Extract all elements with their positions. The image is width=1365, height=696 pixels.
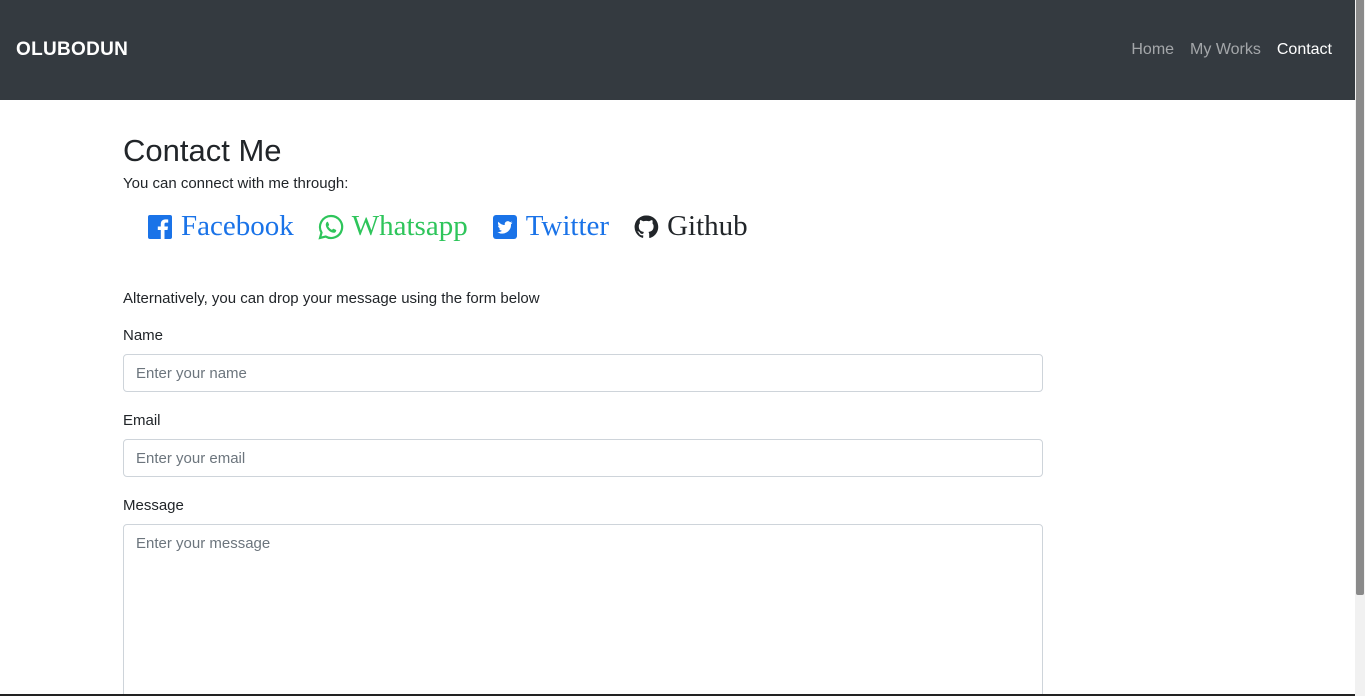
main-content: Contact Me You can connect with me throu…: [123, 100, 1043, 696]
email-label: Email: [123, 412, 161, 430]
name-group: Name: [123, 327, 1043, 393]
name-input[interactable]: [123, 354, 1043, 393]
twitter-label: Twitter: [525, 210, 610, 243]
facebook-link[interactable]: Facebook: [147, 210, 294, 243]
message-group: Message: [123, 497, 1043, 696]
message-textarea[interactable]: [123, 524, 1043, 696]
whatsapp-label: Whatsapp: [351, 210, 468, 243]
whatsapp-icon: [318, 214, 344, 240]
twitter-square-icon: [492, 214, 518, 240]
alternative-text: Alternatively, you can drop your message…: [123, 290, 540, 308]
scrollbar-thumb[interactable]: [1356, 0, 1364, 595]
github-icon: [633, 214, 659, 240]
github-link[interactable]: Github: [633, 210, 748, 243]
message-label: Message: [123, 497, 184, 515]
contact-form: Name Email Message: [123, 327, 1043, 696]
facebook-label: Facebook: [181, 210, 294, 243]
email-input[interactable]: [123, 439, 1043, 478]
nav-link-home[interactable]: Home: [1131, 41, 1174, 59]
name-label: Name: [123, 327, 164, 345]
twitter-link[interactable]: Twitter: [492, 210, 609, 243]
nav-link-my-works[interactable]: My Works: [1190, 41, 1261, 59]
intro-text: You can connect with me through:: [123, 175, 349, 193]
whatsapp-link[interactable]: Whatsapp: [318, 210, 468, 243]
nav-link-contact[interactable]: Contact: [1277, 41, 1332, 59]
nav-links: Home My Works Contact: [1131, 41, 1332, 59]
social-links: Facebook Whatsapp Twitter Github: [123, 210, 1043, 243]
navbar: OLUBODUN Home My Works Contact: [0, 0, 1355, 100]
github-label: Github: [667, 210, 748, 243]
facebook-square-icon: [147, 214, 173, 240]
brand-logo[interactable]: OLUBODUN: [16, 39, 128, 61]
page-title: Contact Me: [123, 133, 282, 168]
email-group: Email: [123, 412, 1043, 478]
